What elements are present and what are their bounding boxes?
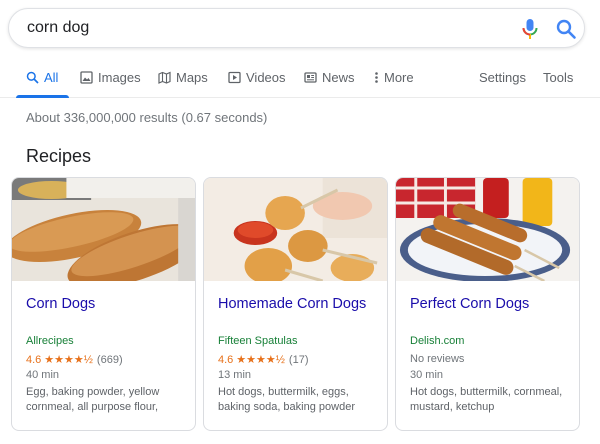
- tab-more[interactable]: More: [374, 70, 414, 85]
- recipe-image[interactable]: [12, 178, 195, 281]
- recipe-image[interactable]: [204, 178, 387, 281]
- recipe-ingredients: Egg, baking powder, yellow cornmeal, all…: [26, 386, 160, 413]
- recipe-title[interactable]: Perfect Corn Dogs: [410, 296, 529, 312]
- tab-news-label: News: [322, 70, 355, 85]
- tab-more-label: More: [384, 70, 414, 85]
- tab-tools-label: Tools: [543, 70, 574, 85]
- video-icon: [228, 71, 241, 84]
- recipe-source: Allrecipes: [26, 335, 74, 347]
- recipe-no-reviews: No reviews: [410, 353, 465, 365]
- recipe-title[interactable]: Homemade Corn Dogs: [218, 296, 366, 312]
- rating-value: 4.6: [26, 353, 42, 366]
- recipe-card[interactable]: Corn Dogs Allrecipes 4.6 ★★★★½ (669) 40 …: [11, 177, 196, 431]
- recipe-ingredients: Hot dogs, buttermilk, cornmeal, mustard,…: [410, 386, 563, 413]
- tab-images[interactable]: Images: [80, 70, 141, 85]
- tab-tools[interactable]: Tools: [543, 70, 573, 85]
- active-tab-indicator: [16, 95, 69, 98]
- tab-news[interactable]: News: [304, 70, 355, 85]
- recipe-source: Delish.com: [410, 335, 465, 347]
- recipe-time: 30 min: [410, 369, 444, 381]
- recipe-rating: 4.6 ★★★★½ (17): [218, 353, 309, 367]
- image-icon: [80, 71, 93, 84]
- rating-value: 4.6: [218, 353, 234, 366]
- recipe-time: 13 min: [218, 369, 252, 381]
- tab-settings[interactable]: Settings: [479, 70, 526, 85]
- recipe-ingredients: Hot dogs, buttermilk, eggs, baking soda,…: [218, 386, 355, 413]
- result-stats: About 336,000,000 results (0.67 seconds): [26, 110, 268, 125]
- recipe-source: Fifteen Spatulas: [218, 335, 298, 347]
- search-box[interactable]: corn dog: [8, 8, 585, 48]
- recipes-heading: Recipes: [26, 146, 92, 166]
- review-count: (17): [288, 353, 309, 366]
- tab-images-label: Images: [98, 70, 141, 85]
- recipe-card[interactable]: Perfect Corn Dogs Delish.com No reviews …: [395, 177, 580, 431]
- recipe-rating: 4.6 ★★★★½ (669): [26, 353, 123, 367]
- tab-settings-label: Settings: [479, 70, 526, 85]
- tab-videos[interactable]: Videos: [228, 70, 286, 85]
- tab-all-label: All: [44, 70, 59, 85]
- tab-maps-label: Maps: [176, 70, 208, 85]
- more-vert-icon: [375, 72, 378, 83]
- recipe-title[interactable]: Corn Dogs: [26, 296, 95, 312]
- search-tabs: All Images Maps Videos News More Setting…: [0, 62, 600, 98]
- tab-videos-label: Videos: [246, 70, 286, 85]
- tab-all[interactable]: All: [26, 70, 58, 85]
- map-icon: [158, 71, 171, 84]
- search-icon[interactable]: [555, 18, 577, 40]
- mic-icon[interactable]: [520, 18, 540, 40]
- review-count: (669): [96, 353, 123, 366]
- search-input[interactable]: corn dog: [27, 19, 89, 37]
- tab-maps[interactable]: Maps: [158, 70, 208, 85]
- recipe-image[interactable]: [396, 178, 579, 281]
- recipe-time: 40 min: [26, 369, 60, 381]
- star-rating-icon: ★★★★½: [236, 354, 285, 366]
- search-icon: [26, 71, 39, 84]
- news-icon: [304, 72, 317, 83]
- star-rating-icon: ★★★★½: [44, 354, 93, 366]
- recipe-card[interactable]: Homemade Corn Dogs Fifteen Spatulas 4.6 …: [203, 177, 388, 431]
